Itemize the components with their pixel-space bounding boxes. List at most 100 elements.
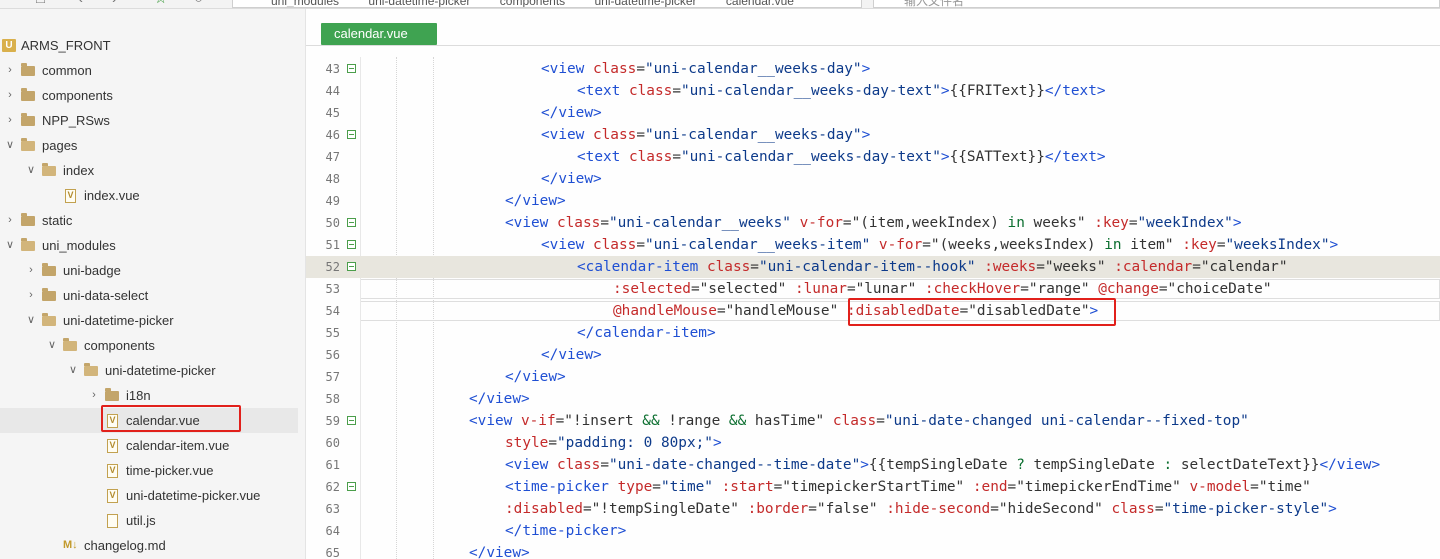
star-icon[interactable]: ☆ <box>154 0 167 7</box>
chevron-down-icon[interactable]: ∨ <box>4 133 16 158</box>
project-root[interactable]: U ARMS_FRONT <box>0 33 298 58</box>
fold-toggle-icon[interactable] <box>347 482 356 491</box>
code-line[interactable]: 43 <view class="uni-calendar__weeks-day"> <box>306 58 1440 80</box>
code-token: > <box>940 149 950 165</box>
tree-item[interactable]: ∨ uni-datetime-picker <box>0 358 298 383</box>
code-text: </view> <box>469 388 530 410</box>
tree-item[interactable]: Vcalendar-item.vue <box>0 433 298 458</box>
fold-toggle-icon[interactable] <box>347 130 356 139</box>
code-text: <view class="uni-date-changed--time-date… <box>505 454 1380 476</box>
fold-toggle-icon[interactable] <box>347 416 356 425</box>
tree-item[interactable]: Vuni-datetime-picker.vue <box>0 483 298 508</box>
tree-item[interactable]: ∨ pages <box>0 133 298 158</box>
code-line[interactable]: 59 <view v-if="!insert && !range && hasTi… <box>306 410 1440 432</box>
fold-toggle-icon[interactable] <box>347 262 356 271</box>
tab-calendar-vue[interactable]: calendar.vue <box>321 23 437 45</box>
tree-item[interactable]: ∨ uni-datetime-picker <box>0 308 298 333</box>
code-token: tempSingleDate <box>1024 457 1164 473</box>
tree-item[interactable]: util.js <box>0 508 298 533</box>
code-line[interactable]: 51 <view class="uni-calendar__weeks-item"… <box>306 234 1440 256</box>
breadcrumb-item[interactable]: uni-datetime-picker <box>368 0 470 7</box>
code-line[interactable]: 46 <view class="uni-calendar__weeks-day"> <box>306 124 1440 146</box>
tree-item[interactable]: › static <box>0 208 298 233</box>
tree-item[interactable]: Vindex.vue <box>0 183 298 208</box>
code-token: = <box>1216 237 1226 253</box>
chevron-right-icon[interactable]: › <box>4 208 16 233</box>
chevron-right-icon[interactable]: › <box>4 108 16 133</box>
code-line[interactable]: 48 </view> <box>306 168 1440 190</box>
code-line[interactable]: 57 </view> <box>306 366 1440 388</box>
breadcrumb[interactable]: uni_modules uni-datetime-picker componen… <box>232 0 862 8</box>
chevron-right-icon[interactable]: › <box>25 283 37 308</box>
chevron-right-icon[interactable]: › <box>4 58 16 83</box>
chevron-right-icon[interactable]: › <box>25 258 37 283</box>
code-token: :weeks <box>984 259 1037 275</box>
chevron-down-icon[interactable]: ∨ <box>25 308 37 333</box>
tree-item[interactable]: › common <box>0 58 298 83</box>
file-search-input[interactable]: 输入文件名 <box>873 0 1440 8</box>
code-line[interactable]: 56 </view> <box>306 344 1440 366</box>
breadcrumb-item[interactable]: components <box>500 0 565 7</box>
line-number: 54 <box>325 304 340 318</box>
tree-item[interactable]: › components <box>0 83 298 108</box>
code-token: </view> <box>541 105 602 121</box>
code-line[interactable]: 52 <calendar-item class="uni-calendar-ite… <box>306 256 1440 278</box>
code-line[interactable]: 64 </time-picker> <box>306 520 1440 542</box>
code-line[interactable]: 44 <text class="uni-calendar__weeks-day-t… <box>306 80 1440 102</box>
tree-item-label: uni-datetime-picker <box>63 313 174 328</box>
run-icon[interactable]: ○ <box>194 0 203 7</box>
line-number: 55 <box>325 326 340 340</box>
code-line[interactable]: 63:disabled="!tempSingleDate" :border="f… <box>306 498 1440 520</box>
code-line[interactable]: 53:selected="selected" :lunar="lunar" :c… <box>306 278 1440 300</box>
js-file-icon <box>107 514 118 528</box>
code-line[interactable]: 60 style="padding: 0 80px;"> <box>306 432 1440 454</box>
code-text: :disabled="!tempSingleDate" :border="fal… <box>505 498 1337 520</box>
tree-item-label: static <box>42 213 73 228</box>
code-line[interactable]: 50 <view class="uni-calendar__weeks" v-fo… <box>306 212 1440 234</box>
code-token: </text> <box>1044 83 1106 99</box>
chevron-down-icon[interactable]: ∨ <box>25 158 37 183</box>
fold-toggle-icon[interactable] <box>347 218 356 227</box>
tree-item[interactable]: ∨ index <box>0 158 298 183</box>
code-line[interactable]: 65 </view> <box>306 542 1440 559</box>
fold-toggle-icon[interactable] <box>347 240 356 249</box>
code-line[interactable]: 58 </view> <box>306 388 1440 410</box>
tree-item-label: uni-data-select <box>63 288 149 303</box>
code-token: :key <box>1182 237 1217 253</box>
code-token: !range <box>659 413 729 429</box>
tree-item[interactable]: › uni-data-select <box>0 283 298 308</box>
tree-item[interactable]: ∨ components <box>0 333 298 358</box>
new-file-icon[interactable]: □ <box>36 0 45 7</box>
code-line[interactable]: 45 </view> <box>306 102 1440 124</box>
breadcrumb-item[interactable]: uni-datetime-picker <box>595 0 697 7</box>
back-icon[interactable]: ‹ <box>78 0 83 7</box>
tree-item[interactable]: › NPP_RSws <box>0 108 298 133</box>
tree-item[interactable]: Vtime-picker.vue <box>0 458 298 483</box>
chevron-down-icon[interactable]: ∨ <box>46 333 58 358</box>
code-editor[interactable]: calendar.vue 43 <view class="uni-calendar… <box>306 9 1440 559</box>
code-line[interactable]: 47 <text class="uni-calendar__weeks-day-t… <box>306 146 1440 168</box>
tree-item[interactable]: › uni-badge <box>0 258 298 283</box>
tree-item-label: uni-datetime-picker <box>105 363 216 378</box>
chevron-right-icon[interactable]: › <box>4 83 16 108</box>
code-token: <view <box>541 61 593 77</box>
chevron-down-icon[interactable]: ∨ <box>67 358 79 383</box>
breadcrumb-item[interactable]: calendar.vue <box>726 0 794 7</box>
tree-item[interactable]: M↓ changelog.md <box>0 533 298 558</box>
fold-toggle-icon[interactable] <box>347 64 356 73</box>
forward-icon[interactable]: › <box>112 0 117 7</box>
project-label: ARMS_FRONT <box>21 38 111 53</box>
code-text: </view> <box>541 102 602 124</box>
tree-item-label: util.js <box>126 513 156 528</box>
code-token: "uni-date-changed uni-calendar--fixed-to… <box>884 413 1249 429</box>
tree-item[interactable]: ∨ uni_modules <box>0 233 298 258</box>
breadcrumb-item[interactable]: uni_modules <box>271 0 339 7</box>
code-token: @change <box>1098 281 1159 297</box>
code-text: style="padding: 0 80px;"> <box>505 432 722 454</box>
code-line[interactable]: 62 <time-picker type="time" :start="timep… <box>306 476 1440 498</box>
chevron-right-icon[interactable]: › <box>88 383 100 408</box>
code-line[interactable]: 49 </view> <box>306 190 1440 212</box>
code-token: selectDateText}} <box>1172 457 1320 473</box>
code-line[interactable]: 61 <view class="uni-date-changed--time-da… <box>306 454 1440 476</box>
chevron-down-icon[interactable]: ∨ <box>4 233 16 258</box>
